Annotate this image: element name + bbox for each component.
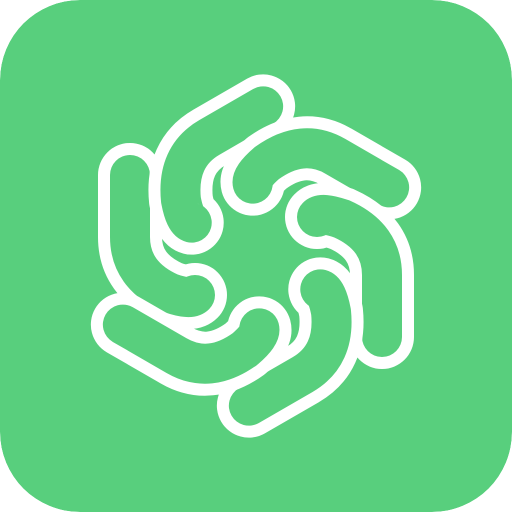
pinwheel-logo-icon [0,0,512,512]
app-icon [0,0,512,512]
